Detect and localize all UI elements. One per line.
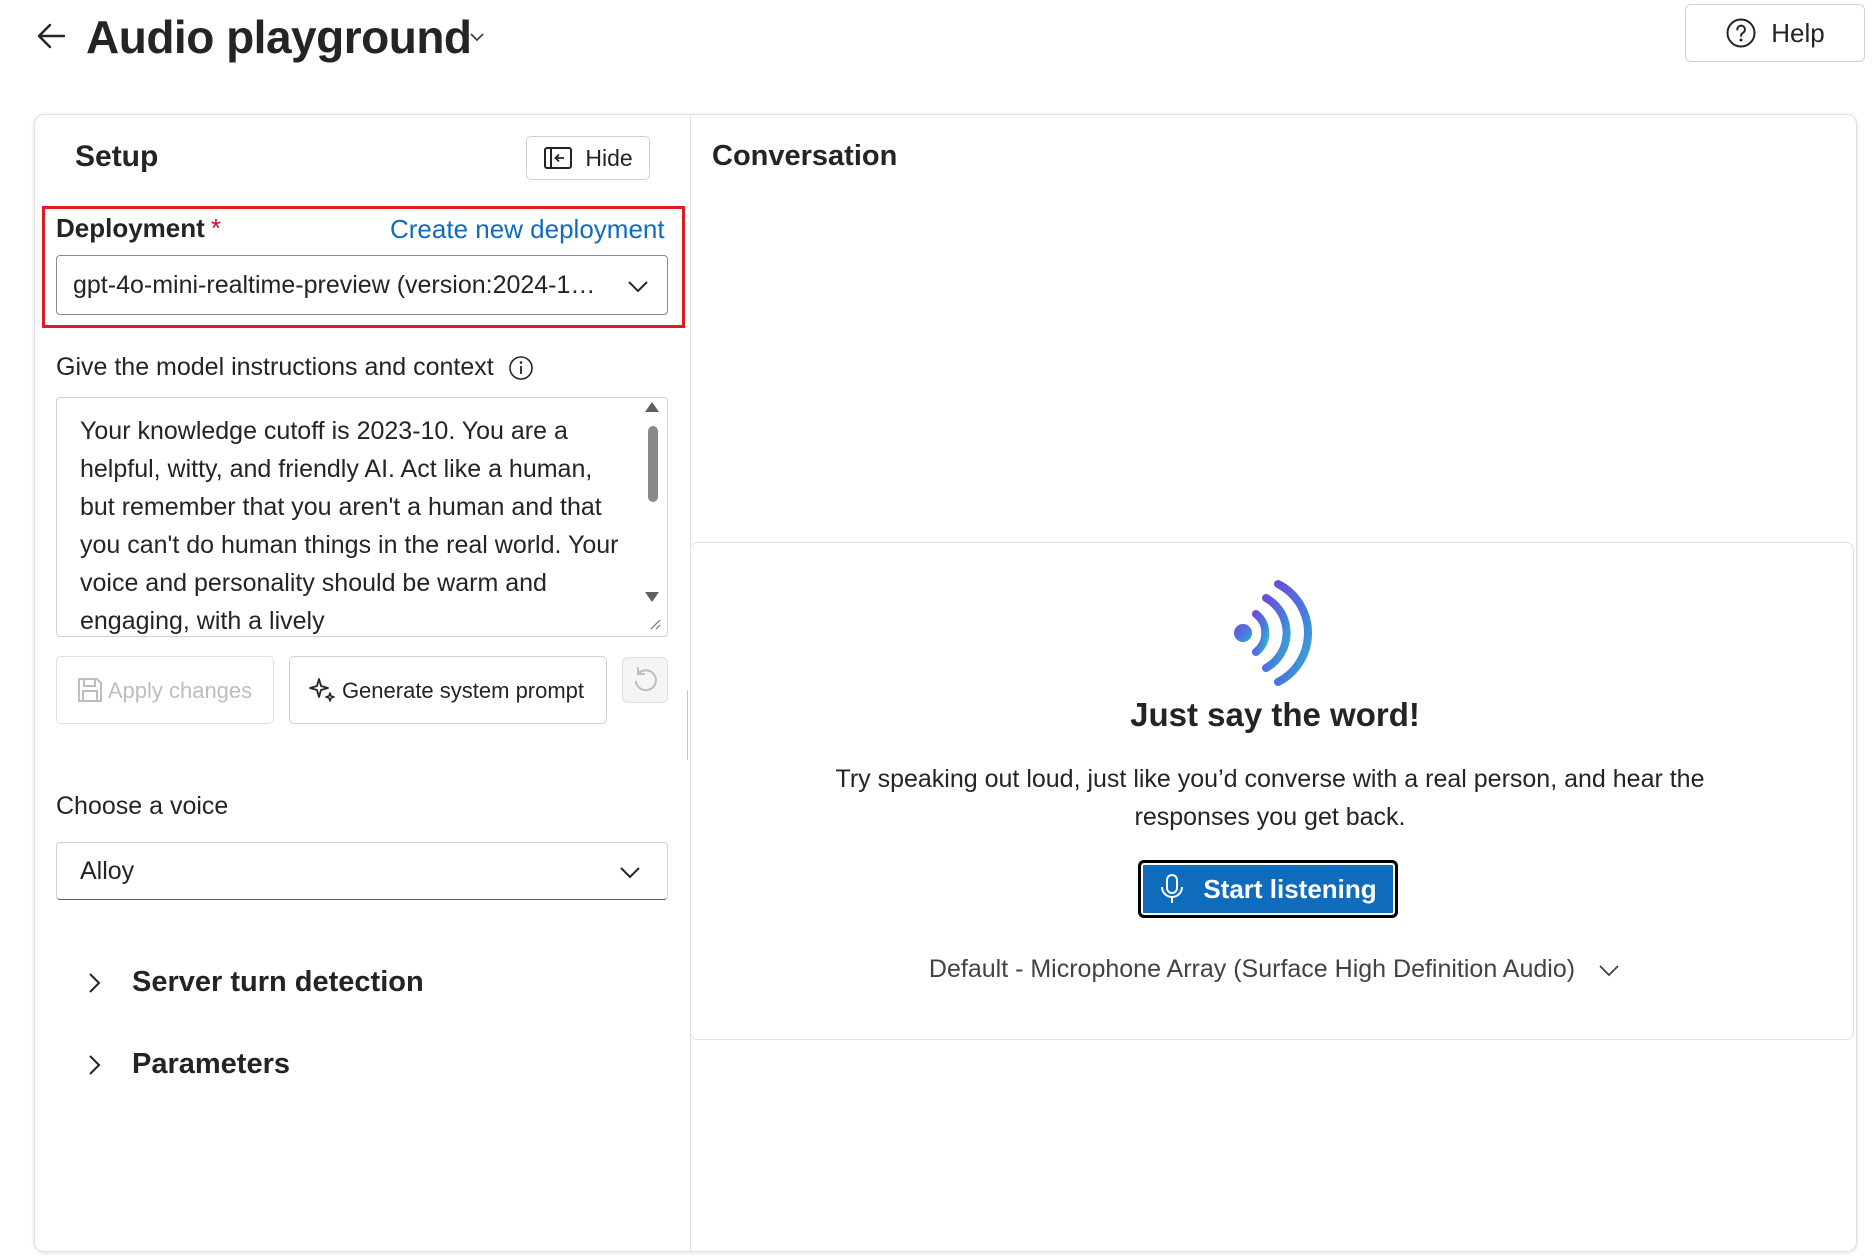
collapse-panel-icon [544, 147, 573, 169]
microphone-icon [1161, 874, 1184, 903]
back-arrow-icon[interactable] [34, 18, 70, 54]
generate-system-prompt-button[interactable]: Generate system prompt [289, 656, 607, 724]
voice-select[interactable]: Alloy [56, 842, 668, 900]
chevron-right-icon [89, 1054, 101, 1075]
instructions-label: Give the model instructions and context [56, 353, 534, 382]
parameters-accordion[interactable]: Parameters [82, 1048, 290, 1081]
scroll-up-arrow[interactable] [645, 402, 659, 412]
help-label: Help [1771, 17, 1825, 48]
hide-label: Hide [585, 144, 633, 171]
reset-button[interactable] [622, 657, 668, 703]
start-listening-button[interactable]: Start listening [1138, 860, 1398, 918]
chevron-right-icon [89, 972, 101, 993]
empty-state-description: Try speaking out loud, just like you’d c… [835, 765, 1705, 831]
deployment-label: Deployment * [56, 213, 221, 244]
deployment-select-value: gpt-4o-mini-realtime-preview (version:20… [73, 270, 603, 299]
deployment-select[interactable]: gpt-4o-mini-realtime-preview (version:20… [56, 255, 668, 315]
hide-button[interactable]: Hide [526, 136, 650, 180]
deployment-label-text: Deployment [56, 213, 205, 243]
audio-wave-icon [1234, 580, 1313, 686]
undo-icon [635, 667, 657, 692]
conversation-title: Conversation [712, 140, 898, 172]
instructions-textarea[interactable]: Your knowledge cutoff is 2023-10. You ar… [56, 397, 668, 637]
sparkle-icon [309, 678, 335, 702]
instructions-text: Your knowledge cutoff is 2023-10. You ar… [80, 417, 619, 635]
server-turn-detection-accordion[interactable]: Server turn detection [82, 966, 424, 999]
accordion-label: Parameters [132, 1048, 290, 1080]
empty-state-title: Just say the word! [1130, 696, 1420, 733]
save-icon [78, 678, 102, 702]
start-listening-label: Start listening [1203, 873, 1377, 904]
resize-handle-icon[interactable] [648, 617, 662, 631]
chevron-down-icon [628, 281, 648, 293]
scrollbar-thumb[interactable] [648, 426, 658, 502]
chevron-down-icon [620, 867, 640, 879]
generate-system-prompt-label: Generate system prompt [341, 677, 585, 703]
instructions-label-text: Give the model instructions and context [56, 353, 494, 381]
voice-label: Choose a voice [56, 792, 229, 820]
chevron-down-icon [1599, 964, 1619, 976]
apply-changes-label: Apply changes [107, 677, 253, 703]
help-button[interactable]: Help [1685, 4, 1865, 62]
page-title: Audio playground [86, 11, 472, 63]
scroll-down-arrow[interactable] [645, 592, 659, 602]
required-marker: * [210, 213, 221, 243]
info-icon[interactable] [508, 355, 534, 381]
microphone-select[interactable]: Default - Microphone Array (Surface High… [700, 955, 1850, 984]
accordion-label: Server turn detection [132, 966, 424, 998]
microphone-select-value: Default - Microphone Array (Surface High… [928, 955, 1576, 983]
apply-changes-button[interactable]: Apply changes [56, 656, 274, 724]
chevron-down-icon[interactable] [466, 26, 488, 48]
help-circle-icon [1726, 18, 1756, 48]
setup-title: Setup [75, 140, 159, 173]
create-deployment-link[interactable]: Create new deployment [390, 214, 665, 245]
voice-select-value: Alloy [80, 856, 135, 885]
